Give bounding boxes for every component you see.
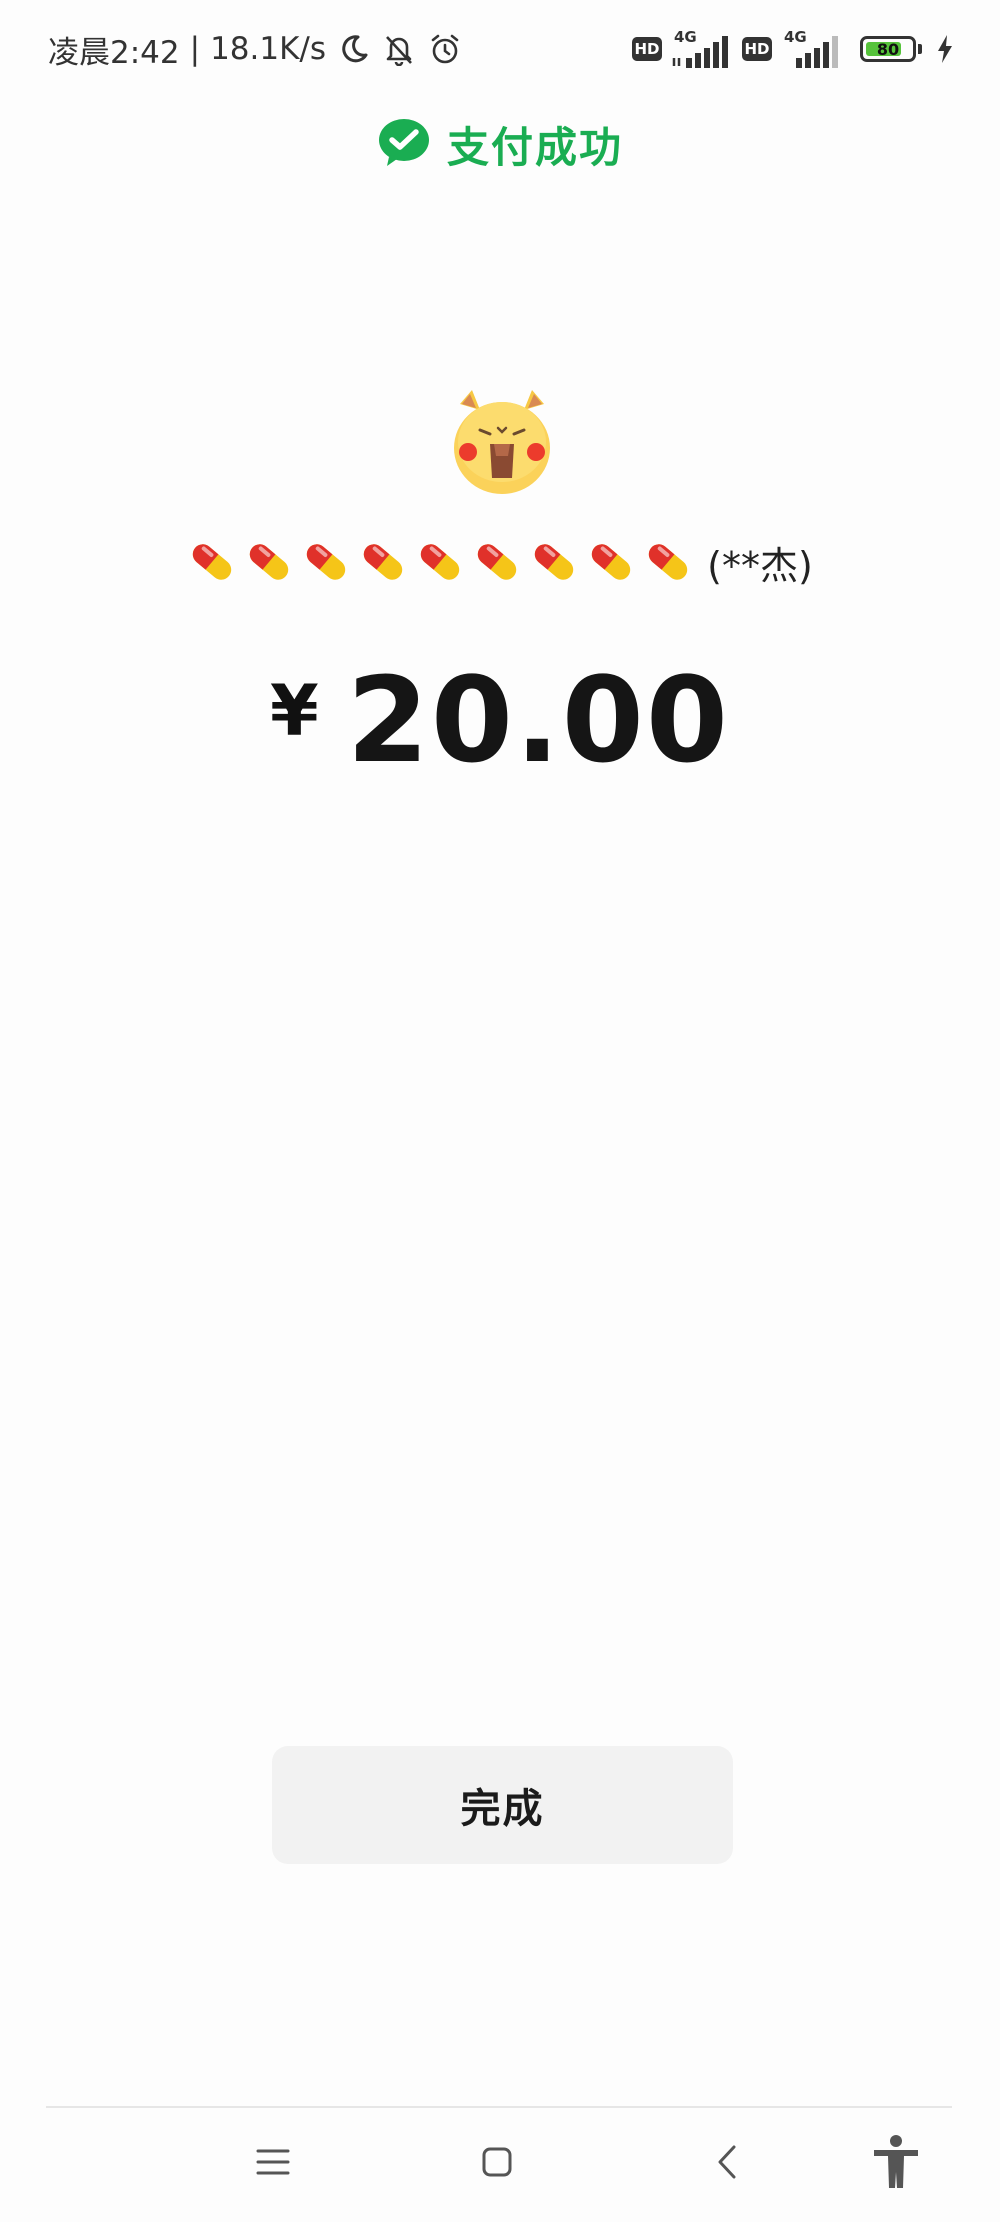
signal-sim1: 4G [670,28,734,70]
battery-level: 80 [876,39,900,59]
wechat-pay-check-icon [377,117,431,171]
pill-emoji-icon [363,544,403,580]
alarm-icon [428,32,462,66]
currency-symbol: ¥ [270,670,319,752]
moon-icon [338,33,370,65]
pill-emoji-icon [420,544,460,580]
status-bar: 凌晨2:42 | 18.1K/s HD 4G HD 4G 80 [0,0,1000,100]
status-time: 凌晨2:42 [48,34,180,71]
signal-sim2: 4G [780,28,844,70]
pill-emoji-icon [192,544,232,580]
battery-tip [918,44,922,54]
pill-emoji-icon [306,544,346,580]
navigation-bar [0,2108,1000,2222]
status-separator: | [189,31,201,67]
net-speed: 18.1K/s [210,31,327,67]
battery-icon: 80 [860,36,916,62]
done-button[interactable]: 完成 [272,1746,733,1864]
pill-emoji-icon [591,544,631,580]
payee-name-suffix: (**杰) [707,543,813,588]
signal-bars-icon [796,36,838,68]
payee-name-row: (**杰) [0,532,1000,592]
payee-avatar [446,384,558,496]
payment-success-header: 支付成功 [0,112,1000,176]
status-right: HD 4G HD 4G 80 [632,28,954,70]
back-icon[interactable] [697,2132,757,2192]
amount-row: ¥ 20.00 [0,650,1000,790]
pill-emoji-icon [249,544,289,580]
charging-bolt-icon [936,34,954,64]
menu-icon[interactable] [243,2132,303,2192]
status-left: 凌晨2:42 | 18.1K/s [48,26,462,72]
success-title: 支付成功 [446,122,623,172]
pill-emoji-icon [477,544,517,580]
amount-value: 20.00 [346,651,730,789]
pill-emoji-icon [648,544,688,580]
bell-off-icon [382,32,416,66]
signal-bars-icon [672,36,728,68]
hd-badge-sim1: HD [632,37,662,61]
home-icon[interactable] [467,2132,527,2192]
payee-name-emoji [187,537,693,587]
hd-badge-sim2: HD [742,37,772,61]
pill-emoji-icon [534,544,574,580]
accessibility-icon[interactable] [866,2132,926,2192]
